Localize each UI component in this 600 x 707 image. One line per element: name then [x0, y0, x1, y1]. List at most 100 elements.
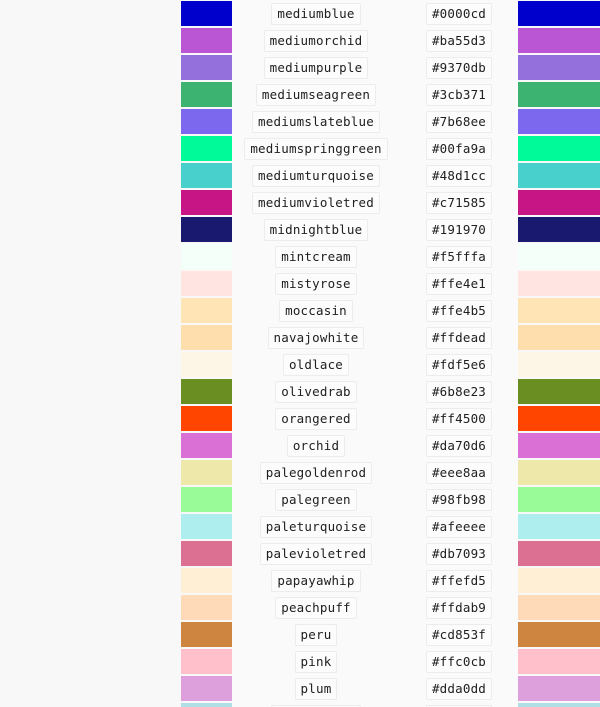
color-name-cell[interactable]: navajowhite: [232, 324, 400, 351]
table-row[interactable]: mediumorchid #ba55d3: [0, 27, 600, 54]
color-swatch-right: [518, 54, 600, 81]
table-row[interactable]: palegreen #98fb98: [0, 486, 600, 513]
table-row[interactable]: paleturquoise #afeeee: [0, 513, 600, 540]
color-hex-cell[interactable]: #eee8aa: [400, 459, 518, 486]
color-hex-cell[interactable]: #6b8e23: [400, 378, 518, 405]
color-name-cell[interactable]: mediumblue: [232, 0, 400, 27]
color-hex-cell[interactable]: #ba55d3: [400, 27, 518, 54]
color-name-cell[interactable]: mediumturquoise: [232, 162, 400, 189]
table-row[interactable]: orchid #da70d6: [0, 432, 600, 459]
color-swatch-fill: [518, 55, 600, 80]
table-row[interactable]: peachpuff #ffdab9: [0, 594, 600, 621]
row-left-margin: [0, 567, 181, 594]
color-hex-cell[interactable]: #c71585: [400, 189, 518, 216]
color-hex-label: #0000cd: [425, 2, 493, 25]
color-name-cell[interactable]: mediumslateblue: [232, 108, 400, 135]
table-row[interactable]: palegoldenrod #eee8aa: [0, 459, 600, 486]
color-hex-cell[interactable]: #dda0dd: [400, 675, 518, 702]
row-left-margin: [0, 189, 181, 216]
color-hex-cell[interactable]: #98fb98: [400, 486, 518, 513]
color-name-cell[interactable]: mintcream: [232, 243, 400, 270]
color-name-cell[interactable]: olivedrab: [232, 378, 400, 405]
color-hex-cell[interactable]: #191970: [400, 216, 518, 243]
color-name-cell[interactable]: peru: [232, 621, 400, 648]
table-row[interactable]: mediumslateblue #7b68ee: [0, 108, 600, 135]
color-hex-cell[interactable]: #fdf5e6: [400, 351, 518, 378]
color-hex-cell[interactable]: #ff4500: [400, 405, 518, 432]
table-row[interactable]: papayawhip #ffefd5: [0, 567, 600, 594]
color-hex-cell[interactable]: #7b68ee: [400, 108, 518, 135]
table-row[interactable]: oldlace #fdf5e6: [0, 351, 600, 378]
color-hex-cell[interactable]: #00fa9a: [400, 135, 518, 162]
color-hex-cell[interactable]: #da70d6: [400, 432, 518, 459]
table-row[interactable]: mediumturquoise #48d1cc: [0, 162, 600, 189]
color-swatch-fill: [181, 622, 232, 647]
color-name-label: mintcream: [275, 245, 357, 268]
color-name-cell[interactable]: orchid: [232, 432, 400, 459]
table-row[interactable]: mediumblue #0000cd: [0, 0, 600, 27]
table-row[interactable]: plum #dda0dd: [0, 675, 600, 702]
table-row[interactable]: pink #ffc0cb: [0, 648, 600, 675]
color-hex-label: #ffefd5: [425, 569, 493, 592]
color-name-cell[interactable]: palegoldenrod: [232, 459, 400, 486]
color-hex-cell[interactable]: #b0e0e6: [400, 702, 518, 707]
color-swatch-fill: [181, 28, 232, 53]
color-name-cell[interactable]: orangered: [232, 405, 400, 432]
color-name-cell[interactable]: oldlace: [232, 351, 400, 378]
color-swatch-left: [181, 648, 232, 675]
color-hex-cell[interactable]: #ffe4e1: [400, 270, 518, 297]
color-name-cell[interactable]: pink: [232, 648, 400, 675]
table-row[interactable]: midnightblue #191970: [0, 216, 600, 243]
color-swatch-fill: [518, 622, 600, 647]
color-name-cell[interactable]: moccasin: [232, 297, 400, 324]
color-hex-cell[interactable]: #f5fffa: [400, 243, 518, 270]
table-row[interactable]: mediumseagreen #3cb371: [0, 81, 600, 108]
color-hex-cell[interactable]: #afeeee: [400, 513, 518, 540]
color-name-cell[interactable]: mistyrose: [232, 270, 400, 297]
color-name-cell[interactable]: palevioletred: [232, 540, 400, 567]
color-name-cell[interactable]: paleturquoise: [232, 513, 400, 540]
color-hex-cell[interactable]: #ffdead: [400, 324, 518, 351]
table-row[interactable]: moccasin #ffe4b5: [0, 297, 600, 324]
color-hex-cell[interactable]: #ffe4b5: [400, 297, 518, 324]
table-row[interactable]: peru #cd853f: [0, 621, 600, 648]
table-row[interactable]: powderblue#b0e0e6: [0, 702, 600, 707]
table-row[interactable]: mistyrose #ffe4e1: [0, 270, 600, 297]
color-name-cell[interactable]: midnightblue: [232, 216, 400, 243]
color-hex-label: #ba55d3: [425, 29, 493, 52]
color-hex-cell[interactable]: #3cb371: [400, 81, 518, 108]
table-row[interactable]: mintcream #f5fffa: [0, 243, 600, 270]
color-hex-cell[interactable]: #ffc0cb: [400, 648, 518, 675]
color-hex-cell[interactable]: #48d1cc: [400, 162, 518, 189]
color-name-cell[interactable]: mediumspringgreen: [232, 135, 400, 162]
color-swatch-left: [181, 567, 232, 594]
color-hex-cell[interactable]: #db7093: [400, 540, 518, 567]
color-name-cell[interactable]: mediumvioletred: [232, 189, 400, 216]
color-swatch-fill: [181, 379, 232, 404]
color-hex-cell[interactable]: #9370db: [400, 54, 518, 81]
color-name-cell[interactable]: peachpuff: [232, 594, 400, 621]
color-name-cell[interactable]: papayawhip: [232, 567, 400, 594]
table-row[interactable]: mediumpurple #9370db: [0, 54, 600, 81]
color-swatch-right: [518, 27, 600, 54]
color-swatch-right: [518, 459, 600, 486]
color-name-cell[interactable]: mediumorchid: [232, 27, 400, 54]
color-name-label: mediumslateblue: [252, 110, 380, 133]
color-name-cell[interactable]: plum: [232, 675, 400, 702]
color-hex-cell[interactable]: #ffefd5: [400, 567, 518, 594]
table-row[interactable]: mediumspringgreen #00fa9a: [0, 135, 600, 162]
color-name-cell[interactable]: mediumseagreen: [232, 81, 400, 108]
table-row[interactable]: mediumvioletred #c71585: [0, 189, 600, 216]
table-row[interactable]: navajowhite #ffdead: [0, 324, 600, 351]
color-hex-cell[interactable]: #cd853f: [400, 621, 518, 648]
color-hex-cell[interactable]: #0000cd: [400, 0, 518, 27]
color-name-cell[interactable]: mediumpurple: [232, 54, 400, 81]
table-row[interactable]: olivedrab #6b8e23: [0, 378, 600, 405]
color-hex-cell[interactable]: #ffdab9: [400, 594, 518, 621]
color-swatch-right: [518, 405, 600, 432]
color-name-cell[interactable]: powderblue: [232, 702, 400, 707]
color-hex-label: #ffc0cb: [425, 650, 493, 673]
color-name-cell[interactable]: palegreen: [232, 486, 400, 513]
table-row[interactable]: palevioletred #db7093: [0, 540, 600, 567]
table-row[interactable]: orangered #ff4500: [0, 405, 600, 432]
